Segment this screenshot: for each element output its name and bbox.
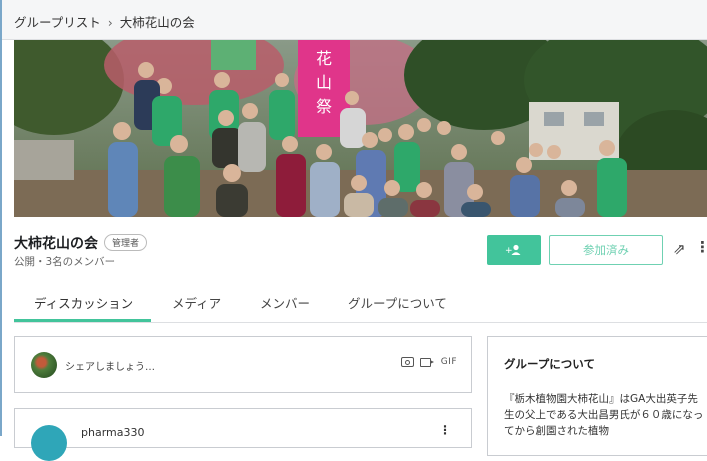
tab-about[interactable]: グループについて [348, 293, 447, 312]
about-text: 『栃木植物園大柿花山』はGA大出英子先生の父上である大出昌男氏が６０歳になってか… [504, 393, 704, 437]
post-author[interactable]: pharma330 [81, 426, 144, 439]
breadcrumb: グループリスト › 大柿花山の会 [2, 0, 707, 40]
about-heading: グループについて [504, 357, 595, 371]
tab-media[interactable]: メディア [172, 293, 221, 312]
share-icon[interactable]: ⇗ [673, 240, 686, 258]
admin-badge: 管理者 [104, 234, 148, 251]
avatar [31, 352, 57, 378]
svg-text:+: + [505, 246, 513, 256]
svg-text:山: 山 [316, 73, 332, 92]
more-options-icon[interactable]: ⋮ [695, 238, 707, 256]
breadcrumb-group-list-link[interactable]: グループリスト [14, 15, 101, 30]
composer-prompt[interactable]: シェアしましょう… [65, 358, 155, 373]
add-person-icon: + [505, 244, 521, 256]
add-member-button[interactable]: + [487, 235, 541, 265]
group-tabs: ディスカッション メディア メンバー グループについて [14, 284, 707, 323]
gif-button[interactable]: GIF [441, 357, 457, 367]
group-cover-photo: 花 山 祭 [14, 40, 707, 217]
tab-discussion[interactable]: ディスカッション [34, 293, 133, 312]
active-tab-indicator [14, 319, 151, 322]
svg-text:祭: 祭 [316, 97, 332, 116]
svg-text:花: 花 [316, 49, 332, 68]
camera-icon[interactable] [400, 357, 414, 367]
composer-tools: GIF [400, 357, 457, 367]
group-meta: 公開・3名のメンバー [14, 256, 116, 268]
tab-members[interactable]: メンバー [260, 293, 310, 312]
video-icon[interactable] [419, 357, 434, 367]
breadcrumb-separator: › [107, 15, 113, 30]
breadcrumb-current: 大柿花山の会 [119, 15, 195, 30]
post-composer[interactable]: シェアしましょう… GIF [14, 336, 472, 393]
post-card: pharma330 ⋮ [14, 408, 472, 461]
joined-button[interactable]: 参加済み [549, 235, 663, 265]
group-name: 大柿花山の会 [14, 236, 98, 252]
avatar[interactable] [31, 425, 67, 461]
group-title: 大柿花山の会 管理者 [14, 233, 148, 253]
about-panel: グループについて 『栃木植物園大柿花山』はGA大出英子先生の父上である大出昌男氏… [487, 336, 707, 456]
post-more-icon[interactable]: ⋮ [439, 423, 451, 437]
